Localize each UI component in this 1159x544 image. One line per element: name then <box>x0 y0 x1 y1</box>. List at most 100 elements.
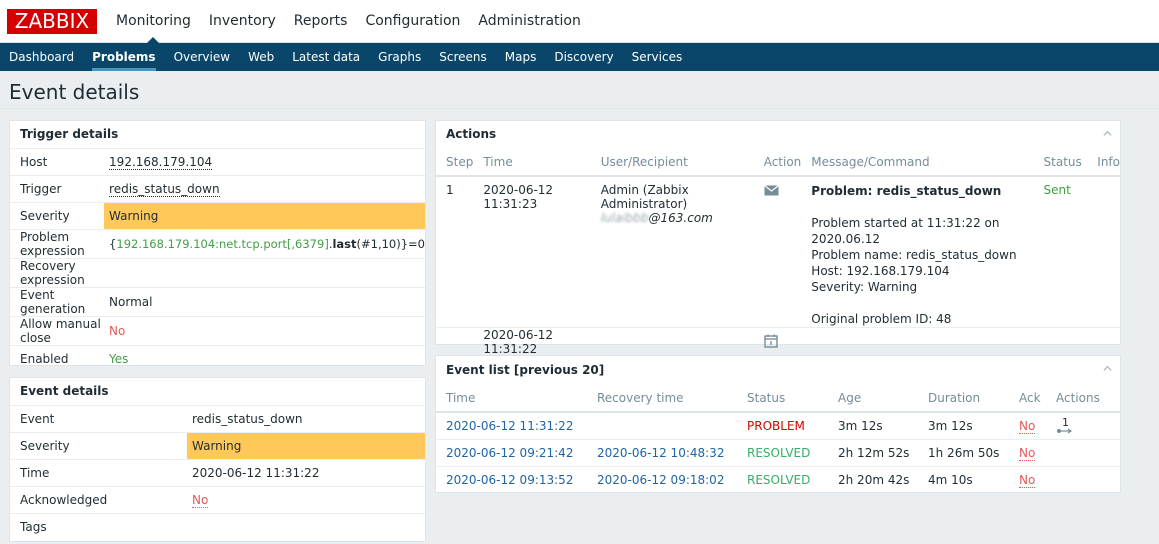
col-duration: Duration <box>918 385 1009 413</box>
action-time: 2020-06-12 11:31:23 <box>473 176 591 328</box>
message-line: Host: 192.168.179.104 <box>811 264 950 278</box>
action-recipient-empty <box>590 327 754 357</box>
actions-header-row: Step Time User/Recipient Action Message/… <box>436 149 1120 177</box>
trigger-host-row: Host 192.168.179.104 <box>10 148 425 176</box>
sub-menu-problems[interactable]: Problems <box>83 43 164 71</box>
event-time-link[interactable]: 2020-06-12 11:31:22 <box>446 419 573 433</box>
event-generation-row: Event generation Normal <box>10 287 425 317</box>
trigger-label: Trigger <box>10 175 105 203</box>
status-badge: PROBLEM <box>737 412 828 440</box>
event-time-link[interactable]: 2020-06-12 09:13:52 <box>446 473 573 487</box>
trigger-details-panel: Trigger details Host 192.168.179.104 Tri… <box>9 120 426 373</box>
host-label: Host <box>10 148 105 176</box>
event-value: redis_status_down <box>187 405 425 433</box>
actions-panel: Actions Step Time User/Recipient Action … <box>435 120 1121 357</box>
event-time-label: Time <box>10 459 187 487</box>
enabled-label: Enabled <box>10 345 105 373</box>
trigger-name-row: Trigger redis_status_down <box>10 175 425 203</box>
ack-link[interactable]: No <box>1019 445 1036 461</box>
event-row: Event redis_status_down <box>10 405 425 433</box>
manual-close-label: Allow manual close <box>10 316 105 346</box>
sub-menu-discovery[interactable]: Discovery <box>545 43 622 71</box>
event-age: 2h 12m 52s <box>828 439 918 467</box>
actions-table: Step Time User/Recipient Action Message/… <box>436 149 1120 357</box>
top-menu-reports[interactable]: Reports <box>285 0 357 43</box>
collapse-chevron-icon[interactable] <box>1103 129 1112 138</box>
table-row: 1 2020-06-12 11:31:23 Admin (Zabbix Admi… <box>436 176 1120 328</box>
event-generation-label: Event generation <box>10 287 105 317</box>
action-step-empty <box>436 327 474 357</box>
event-duration: 3m 12s <box>918 412 1009 440</box>
action-message-empty <box>801 327 1034 357</box>
status-badge: RESOLVED <box>737 439 828 467</box>
col-user-recipient: User/Recipient <box>590 149 754 177</box>
action-type <box>753 327 802 357</box>
collapse-chevron-icon[interactable] <box>1103 364 1112 373</box>
ack-link[interactable]: No <box>1019 418 1036 434</box>
sub-menu-latest-data[interactable]: Latest data <box>283 43 369 71</box>
table-row: 2020-06-12 09:13:52 2020-06-12 09:18:02 … <box>436 466 1120 494</box>
problem-expression-label: Problem expression <box>10 229 105 259</box>
enabled-value: Yes <box>104 345 425 373</box>
recovery-time-link[interactable]: 2020-06-12 10:48:32 <box>597 446 724 460</box>
sub-menu-maps[interactable]: Maps <box>496 43 546 71</box>
top-menu-administration[interactable]: Administration <box>469 0 589 43</box>
acknowledged-link[interactable]: No <box>192 493 209 508</box>
event-details-title: Event details <box>20 384 109 398</box>
sub-menu-dashboard[interactable]: Dashboard <box>0 43 83 71</box>
acknowledged-row: Acknowledged No <box>10 486 425 514</box>
recovery-expression-row: Recovery expression <box>10 258 425 288</box>
tags-label: Tags <box>10 513 187 541</box>
top-menu-inventory[interactable]: Inventory <box>200 0 285 43</box>
col-message: Message/Command <box>801 149 1034 177</box>
col-age: Age <box>828 385 918 413</box>
col-actions: Actions <box>1046 385 1120 413</box>
col-recovery-time: Recovery time <box>587 385 737 413</box>
actions-title: Actions <box>446 127 497 141</box>
page-title: Event details <box>9 80 140 104</box>
acknowledged-label: Acknowledged <box>10 486 187 514</box>
event-actions[interactable]: 1 <box>1046 412 1120 440</box>
sub-menu-graphs[interactable]: Graphs <box>369 43 430 71</box>
zabbix-logo[interactable]: ZABBIX <box>7 9 97 34</box>
recovery-time-link[interactable]: 2020-06-12 09:18:02 <box>597 473 724 487</box>
action-time: 2020-06-12 11:31:22 <box>473 327 591 357</box>
col-ack: Ack <box>1009 385 1046 413</box>
event-time-link[interactable]: 2020-06-12 09:21:42 <box>446 446 573 460</box>
action-recipient: Admin (Zabbix Administrator) lulaibbb@16… <box>590 176 754 328</box>
manual-close-row: Allow manual close No <box>10 316 425 346</box>
message-line: Original problem ID: 48 <box>811 312 952 326</box>
sub-menu-screens[interactable]: Screens <box>430 43 496 71</box>
envelope-icon <box>763 185 779 196</box>
col-step: Step <box>436 149 474 177</box>
event-severity-badge: Warning <box>187 432 425 460</box>
action-email: lulaibbb@163.com <box>601 211 754 225</box>
col-time: Time <box>436 385 587 413</box>
top-menu-monitoring[interactable]: Monitoring <box>107 0 200 44</box>
top-menu-configuration[interactable]: Configuration <box>356 0 469 43</box>
sub-menu-web[interactable]: Web <box>239 43 283 71</box>
table-row: 2020-06-12 11:31:22 <box>436 327 1120 357</box>
expr-item: 192.168.179.104:net.tcp.port[,6379] <box>116 237 329 251</box>
trigger-link[interactable]: redis_status_down <box>109 182 220 197</box>
host-link[interactable]: 192.168.179.104 <box>109 155 213 170</box>
event-list-title: Event list [previous 20] <box>446 363 605 377</box>
sub-menu-overview[interactable]: Overview <box>165 43 240 71</box>
ack-link[interactable]: No <box>1019 472 1036 488</box>
event-list-header-row: Time Recovery time Status Age Duration A… <box>436 385 1120 413</box>
event-severity-label: Severity <box>10 432 187 460</box>
email-domain: @163.com <box>648 211 713 225</box>
manual-close-value: No <box>104 316 425 346</box>
email-blurred: lulaibbb <box>600 211 649 225</box>
top-menu: Monitoring Inventory Reports Configurati… <box>107 0 590 44</box>
sub-menu-services[interactable]: Services <box>623 43 692 71</box>
tags-row: Tags <box>10 513 425 541</box>
expr-args: (#1,10)}=0 <box>356 237 425 251</box>
event-details-panel: Event details Event redis_status_down Se… <box>9 377 426 542</box>
col-info: Info <box>1087 149 1120 177</box>
event-details-table: Event redis_status_down Severity Warning… <box>10 405 425 541</box>
event-duration: 1h 26m 50s <box>918 439 1009 467</box>
problem-expression: {192.168.179.104:net.tcp.port[,6379].las… <box>104 229 425 259</box>
trigger-severity-row: Severity Warning <box>10 202 425 230</box>
tags-value <box>187 513 425 541</box>
